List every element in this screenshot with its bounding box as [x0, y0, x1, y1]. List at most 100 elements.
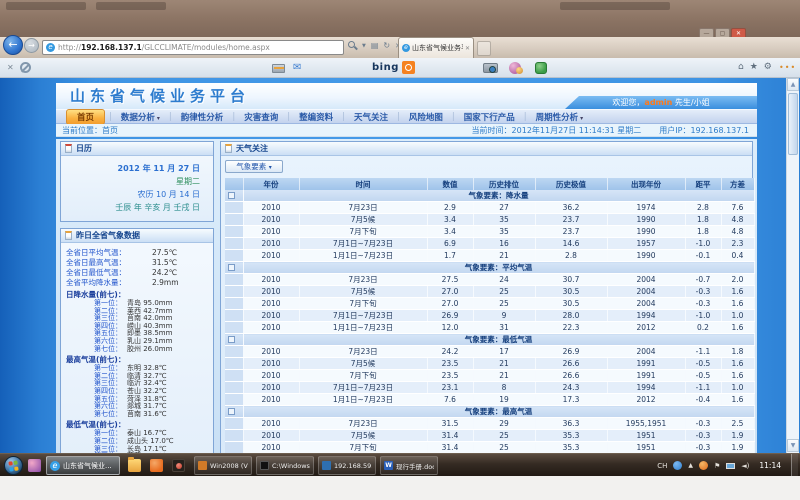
taskbar-app-icon[interactable]	[28, 459, 41, 472]
yesterday-body: 全省日平均气温：27.5℃全省日最高气温：31.5℃全省日最低气温：24.2℃全…	[61, 243, 213, 480]
group-toggle-cell[interactable]	[225, 190, 243, 202]
toolbar-mail-icon[interactable]: ✉	[293, 62, 301, 73]
table-cell: 1990	[607, 226, 685, 238]
toolbar-plugin-icon[interactable]	[535, 62, 547, 74]
collapse-toggle-icon[interactable]	[228, 264, 235, 271]
bing-search-widget[interactable]: bing	[372, 61, 415, 74]
table-cell: 1974	[607, 202, 685, 214]
stat-row: 全省日平均气温：27.5℃	[66, 248, 211, 258]
bing-search-icon[interactable]	[402, 61, 415, 74]
group-toggle-cell[interactable]	[225, 334, 243, 346]
row-lead-cell	[225, 358, 243, 370]
blocked-icon[interactable]	[20, 62, 31, 73]
taskbar-window-button[interactable]: Win2008 (VS2...	[194, 456, 252, 475]
table-cell: 0.4	[721, 250, 754, 262]
tray-firefox-icon[interactable]	[699, 461, 708, 470]
toolbar-share-icon[interactable]	[509, 62, 521, 74]
group-toggle-cell[interactable]	[225, 406, 243, 418]
start-button[interactable]	[4, 456, 23, 475]
table-cell: 2010	[243, 298, 299, 310]
row-lead-cell	[225, 238, 243, 250]
address-bar[interactable]: e http://192.168.137.1/GLCCLIMATE/module…	[42, 40, 344, 55]
collapse-toggle-icon[interactable]	[228, 192, 235, 199]
web-page: 山东省气候业务平台 欢迎您，admin 先生/小姐 首页|数据分析▾|韵律性分析…	[0, 78, 800, 453]
clock[interactable]: 11:14	[759, 461, 781, 470]
window-button-label: Win2008 (VS2...	[210, 462, 248, 470]
media-player-icon[interactable]	[172, 459, 185, 472]
scrollbar[interactable]: ▲ ▼	[786, 78, 799, 453]
stat-row: 全省日最低气温：24.2℃	[66, 268, 211, 278]
nav-item-4[interactable]: 整编资料	[290, 111, 342, 123]
back-button[interactable]: ←	[3, 35, 23, 55]
group-header-row[interactable]: 气象要素：平均气温	[225, 262, 754, 274]
refresh-icon[interactable]: ↻	[383, 41, 390, 50]
welcome-prefix: 欢迎您，	[612, 98, 644, 107]
scrollbar-thumb[interactable]	[788, 93, 798, 155]
table-cell: 7月下旬	[299, 298, 427, 310]
toolbar-camera-icon[interactable]	[483, 63, 498, 73]
group-header-row[interactable]: 气象要素：降水量	[225, 190, 754, 202]
language-indicator[interactable]: CH	[657, 462, 667, 470]
calendar-icon	[65, 144, 72, 153]
table-cell: 25	[473, 298, 535, 310]
taskbar-app-icon[interactable]	[150, 459, 163, 472]
table-cell: 22.3	[535, 322, 607, 334]
toolbar-close-icon[interactable]: ✕	[7, 63, 14, 72]
taskbar-ie-window-button[interactable]: e 山东省气候业...	[46, 456, 120, 475]
document-icon	[65, 231, 72, 240]
nav-item-0[interactable]: 首页	[66, 109, 105, 125]
collapse-toggle-icon[interactable]	[228, 336, 235, 343]
nav-item-8[interactable]: 周期性分析▾	[527, 111, 593, 123]
nav-item-5[interactable]: 天气关注	[345, 111, 397, 123]
overflow-dots[interactable]: •••	[779, 63, 796, 72]
action-center-flag-icon[interactable]: ⚑	[714, 462, 720, 470]
rank-value: 莒南 31.6℃	[127, 411, 167, 419]
group-header-row[interactable]: 气象要素：最高气温	[225, 406, 754, 418]
compatibility-icon[interactable]: ▤	[371, 41, 379, 50]
group-header-row[interactable]: 气象要素：最低气温	[225, 334, 754, 346]
taskbar-window-button[interactable]: W现行手册.docx ...	[380, 456, 438, 475]
scroll-down-icon[interactable]: ▼	[787, 439, 799, 452]
taskbar-window-button[interactable]: 192.168.59.99...	[318, 456, 376, 475]
taskbar-window-button[interactable]: C:\Windows\s...	[256, 456, 314, 475]
nav-item-2[interactable]: 韵律性分析	[172, 111, 233, 123]
volume-icon[interactable]: ◄)	[741, 462, 749, 470]
new-tab-button[interactable]	[477, 41, 491, 56]
collapse-toggle-icon[interactable]	[228, 408, 235, 415]
show-desktop-button[interactable]	[791, 454, 798, 477]
nav-item-6[interactable]: 风险地图	[400, 111, 452, 123]
table-cell: 1951	[607, 442, 685, 454]
explorer-folder-icon[interactable]	[128, 459, 141, 472]
element-filter-button[interactable]: 气象要素 ▾	[225, 160, 283, 173]
nav-item-7[interactable]: 国家下行产品	[455, 111, 524, 123]
tray-expand-icon[interactable]: ▲	[688, 462, 693, 469]
scroll-up-icon[interactable]: ▲	[787, 78, 799, 91]
group-label: 气象要素：最高气温	[243, 406, 754, 418]
table-row: 20107月1日~7月23日6.91614.61957-1.02.3	[225, 238, 754, 250]
toolbar-card-icon[interactable]	[272, 64, 285, 73]
table-cell: 35	[473, 226, 535, 238]
table-cell: 1.0	[721, 382, 754, 394]
browser-tab[interactable]: e 山东省气候业务平... ✕	[398, 37, 474, 58]
favorites-star-icon[interactable]: ★	[750, 62, 758, 72]
search-icon[interactable]	[348, 41, 357, 50]
table-cell: 2010	[243, 442, 299, 454]
forward-button[interactable]: →	[24, 38, 39, 53]
table-cell: 2010	[243, 214, 299, 226]
group-toggle-cell[interactable]	[225, 262, 243, 274]
tab-close-icon[interactable]: ✕	[465, 45, 470, 52]
table-header: 年份时间数值历史排位历史极值出现年份距平方差	[225, 178, 754, 190]
tray-app-icon[interactable]	[673, 461, 682, 470]
table-row: 20101月1日~7月23日12.03122.320120.21.6	[225, 322, 754, 334]
network-icon[interactable]	[726, 463, 735, 469]
chevron-down-icon[interactable]: ▼	[362, 43, 366, 49]
tools-gear-icon[interactable]: ⚙	[764, 62, 772, 72]
breadcrumb: 当前位置：首页	[62, 124, 118, 137]
home-icon[interactable]: ⌂	[738, 62, 744, 72]
nav-item-1[interactable]: 数据分析▾	[112, 111, 169, 123]
nav-item-3[interactable]: 灾害查询	[235, 111, 287, 123]
table-row: 20107月5候23.52126.61991-0.51.6	[225, 358, 754, 370]
table-row: 20107月1日~7月23日23.1824.31994-1.11.0	[225, 382, 754, 394]
weather-focus-body: 气象要素 ▾ 年份时间数值历史排位历史极值出现年份距平方差 气	[221, 156, 752, 478]
taskbar: e 山东省气候业... Win2008 (VS2... C:\Windows\s.…	[0, 453, 800, 476]
